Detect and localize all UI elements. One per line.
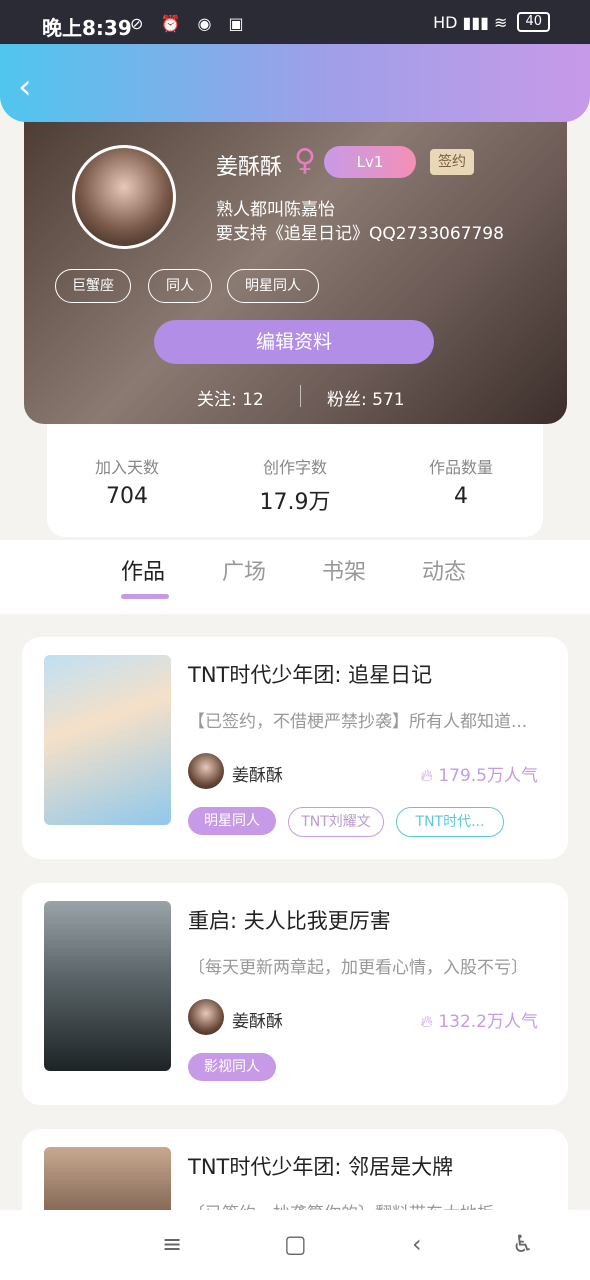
stat-label: 作品数量 [428,458,493,477]
tab-bar: 作品 广场 书架 动态 [0,540,590,614]
work-title[interactable]: 重启: 夫人比我更厉害 [188,905,391,935]
tab-works[interactable]: 作品 [121,554,165,586]
system-nav-bar: ≡ ▢ ‹ ♿ [0,1210,590,1280]
tab-bookshelf[interactable]: 书架 [322,554,366,586]
stat-label: 创作字数 [262,458,327,477]
stat-label: 加入天数 [94,458,159,477]
stat-value: 17.9万 [259,490,331,515]
author-name: 姜酥酥 [232,766,283,786]
profile-card: 姜酥酥 ♀ Lv1 签约 熟人都叫陈嘉怡 要支持《追星日记》QQ27330677… [24,105,567,424]
work-card[interactable]: 重启: 夫人比我更厉害 〔每天更新两章起，加更看心情，入股不亏〕 姜酥酥 🔥︎ … [22,883,568,1105]
following-count[interactable]: 关注: 12 [197,385,264,410]
work-tag[interactable]: 影视同人 [188,1053,276,1081]
work-title[interactable]: TNT时代少年团: 邻居是大牌 [188,1151,453,1181]
bio-line-1: 熟人都叫陈嘉怡 [216,200,335,220]
author-avatar [188,999,224,1035]
work-title[interactable]: TNT时代少年团: 追星日记 [188,659,432,689]
status-time: 晚上8:39 [42,16,132,40]
edit-profile-button[interactable]: 编辑资料 [154,320,434,364]
stat-word-count: 创作字数 17.9万 [215,454,375,516]
level-badge[interactable]: Lv1 [324,146,416,178]
active-tab-indicator [121,594,169,599]
header-bar [0,44,590,122]
popularity: 🔥︎ 132.2万人气 [420,1007,538,1032]
bio-line-2: 要支持《追星日记》QQ2733067798 [216,224,504,244]
home-icon[interactable]: ▢ [284,1230,307,1258]
battery-icon: 40 [517,12,550,32]
flame-icon: 🔥︎ [420,1012,439,1032]
work-tag[interactable]: TNT时代... [396,807,504,837]
stat-works-count: 作品数量 4 [381,454,541,509]
work-tag[interactable]: 明星同人 [188,807,276,835]
author-name: 姜酥酥 [232,1012,283,1032]
tag-star-fanfic[interactable]: 明星同人 [227,269,319,303]
signal-icon: HD ▮▮▮ ≋ [433,12,508,32]
work-card[interactable]: TNT时代少年团: 追星日记 【已签约，不借梗严禁抄袭】所有人都知道... 姜酥… [22,637,568,859]
notification-icons: ⊘ ⏰ ◉ ▣ [130,14,250,33]
stat-join-days: 加入天数 704 [47,454,207,509]
stat-value: 4 [454,484,468,509]
menu-icon[interactable]: ≡ [162,1230,182,1258]
fans-count[interactable]: 粉丝: 571 [327,385,405,410]
status-bar: 晚上8:39 ⊘ ⏰ ◉ ▣ HD ▮▮▮ ≋ 40 [0,0,590,46]
back-icon[interactable]: ‹ [412,1230,422,1258]
tab-square[interactable]: 广场 [222,554,266,586]
signed-badge: 签约 [430,149,474,175]
popularity-value: 179.5万人气 [438,766,538,786]
stat-value: 704 [106,484,148,509]
author-avatar [188,753,224,789]
book-cover[interactable] [44,901,171,1071]
tag-zodiac[interactable]: 巨蟹座 [55,269,131,303]
popularity: 🔥︎ 179.5万人气 [420,761,538,786]
system-icons: HD ▮▮▮ ≋ 40 [433,12,550,32]
accessibility-icon[interactable]: ♿ [512,1230,534,1258]
tag-fanfic[interactable]: 同人 [148,269,212,303]
popularity-value: 132.2万人气 [438,1012,538,1032]
book-cover[interactable] [44,655,171,825]
stats-panel: 加入天数 704 创作字数 17.9万 作品数量 4 [47,424,543,537]
back-button[interactable]: ‹ [18,70,32,104]
user-name: 姜酥酥 [216,155,283,180]
divider [300,385,301,407]
flame-icon: 🔥︎ [420,766,439,786]
work-tag[interactable]: TNT刘耀文 [288,807,384,837]
work-description: 【已签约，不借梗严禁抄袭】所有人都知道... [188,712,528,732]
female-icon: ♀ [294,143,316,178]
work-description: 〔每天更新两章起，加更看心情，入股不亏〕 [188,958,528,978]
tab-updates[interactable]: 动态 [422,554,466,586]
avatar[interactable] [72,145,176,249]
